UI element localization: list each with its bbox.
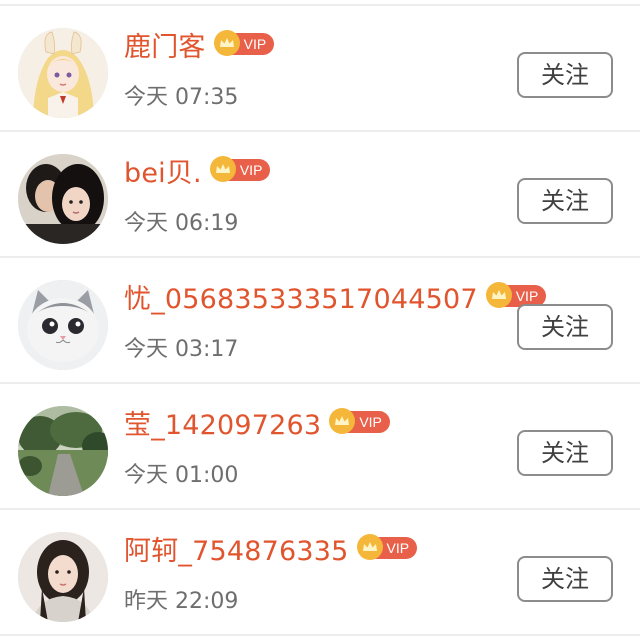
follow-button[interactable]: 关注 — [517, 304, 613, 350]
user-name[interactable]: 阿轲_754876335 — [124, 532, 349, 572]
timestamp: 今天 03:17 — [124, 337, 239, 362]
avatar[interactable] — [18, 154, 108, 244]
vip-badge: VIP — [209, 156, 271, 182]
list-item[interactable]: 鹿门客 VIP 今天 07:35 关注 — [0, 6, 640, 132]
name-line: bei贝. VIP — [124, 154, 271, 198]
follow-button[interactable]: 关注 — [517, 430, 613, 476]
follow-button[interactable]: 关注 — [517, 178, 613, 224]
couple-photo-avatar-icon — [18, 154, 108, 244]
name-line: 忧_056835333517044507 VIP — [124, 280, 547, 324]
vip-badge: VIP — [356, 534, 418, 560]
timestamp: 今天 06:19 — [124, 211, 239, 236]
woman-portrait-avatar-icon — [18, 532, 108, 622]
list-item[interactable]: bei贝. VIP 今天 06:19 关注 — [0, 132, 640, 258]
avatar[interactable] — [18, 280, 108, 370]
crown-icon — [485, 282, 512, 308]
avatar[interactable] — [18, 532, 108, 622]
follower-list: 鹿门客 VIP 今天 07:35 关注 bei贝. VIP 今天 06:19 关… — [0, 0, 640, 641]
user-name[interactable]: 忧_056835333517044507 — [124, 280, 478, 320]
vip-badge: VIP — [213, 30, 275, 56]
crown-icon — [209, 156, 236, 182]
park-path-avatar-icon — [18, 406, 108, 496]
list-item[interactable]: 阿轲_754876335 VIP 昨天 22:09 关注 — [0, 510, 640, 636]
list-item[interactable]: 忧_056835333517044507 VIP 今天 03:17 关注 — [0, 258, 640, 384]
list-item[interactable]: 莹_142097263 VIP 今天 01:00 关注 — [0, 384, 640, 510]
follow-button[interactable]: 关注 — [517, 52, 613, 98]
name-line: 鹿门客 VIP — [124, 28, 275, 72]
timestamp: 昨天 22:09 — [124, 589, 239, 614]
crown-icon — [356, 534, 383, 560]
avatar[interactable] — [18, 28, 108, 118]
name-line: 莹_142097263 VIP — [124, 406, 390, 450]
avatar[interactable] — [18, 406, 108, 496]
user-name[interactable]: 莹_142097263 — [124, 406, 321, 446]
user-name[interactable]: 鹿门客 — [124, 28, 206, 68]
crown-icon — [213, 30, 240, 56]
name-line: 阿轲_754876335 VIP — [124, 532, 418, 576]
user-name[interactable]: bei贝. — [124, 154, 202, 194]
timestamp: 今天 07:35 — [124, 85, 239, 110]
vip-badge: VIP — [329, 408, 390, 434]
timestamp: 今天 01:00 — [124, 463, 239, 488]
follow-button[interactable]: 关注 — [517, 556, 613, 602]
anime-girl-avatar-icon — [18, 28, 108, 118]
cat-avatar-icon — [18, 280, 108, 370]
